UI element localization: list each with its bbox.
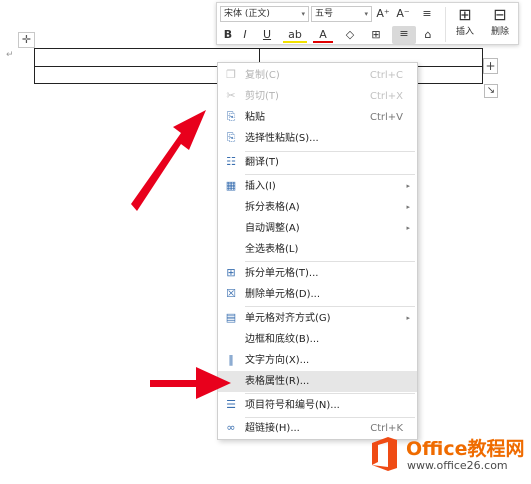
watermark-url: www.office26.com: [407, 459, 508, 472]
watermark: Office教程网 www.office26.com: [366, 432, 528, 480]
office-logo-icon: [372, 437, 397, 471]
annotation-arrows: [131, 110, 231, 399]
arrow-up-icon: [131, 110, 206, 211]
watermark-brand: Office教程网: [406, 438, 525, 460]
arrow-right-icon: [150, 367, 231, 399]
